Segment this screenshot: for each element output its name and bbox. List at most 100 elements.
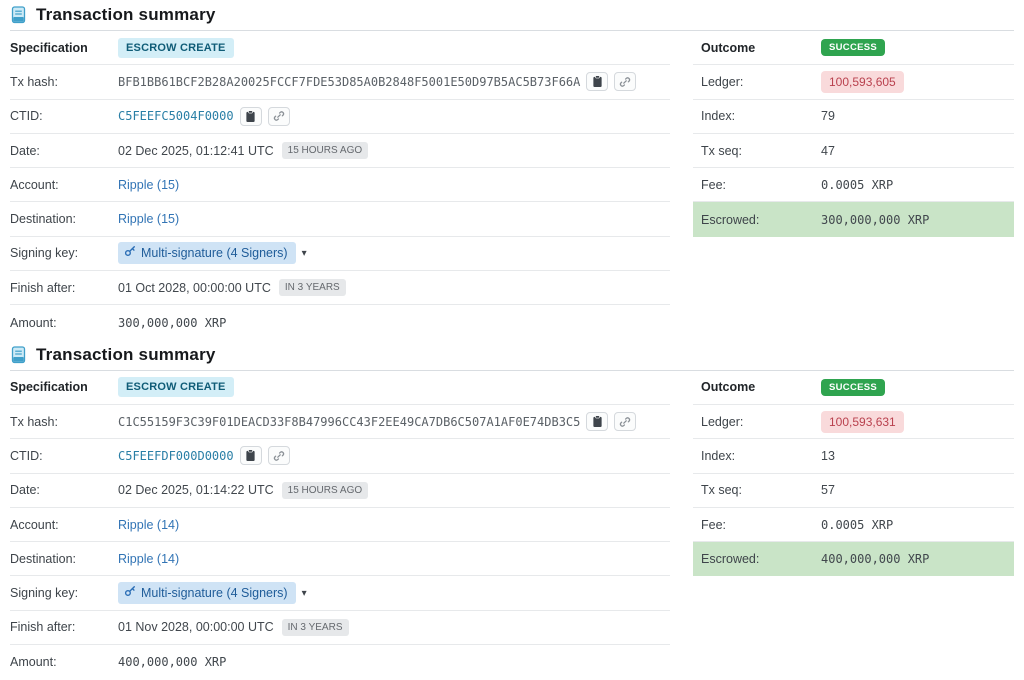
link-icon	[619, 76, 631, 88]
tx-seq-label: Tx seq:	[701, 483, 821, 497]
index-label: Index:	[701, 449, 821, 463]
success-badge: SUCCESS	[821, 379, 885, 396]
specification-row: Specification ESCROW CREATE	[10, 371, 670, 405]
outcome-panel: Outcome SUCCESS Ledger: 100,593,605 Inde…	[693, 31, 1014, 237]
date-value: 02 Dec 2025, 01:12:41 UTC	[118, 144, 274, 158]
copy-ctid-button[interactable]	[240, 107, 262, 126]
tx-hash-link-button[interactable]	[614, 412, 636, 431]
index-value: 79	[821, 109, 835, 123]
escrowed-value: 400,000,000 XRP	[821, 552, 929, 566]
amount-row: Amount: 300,000,000 XRP	[10, 305, 670, 339]
escrowed-row: Escrowed: 400,000,000 XRP	[693, 542, 1014, 576]
escrowed-label: Escrowed:	[701, 552, 821, 566]
escrowed-row: Escrowed: 300,000,000 XRP	[693, 202, 1014, 236]
tx-seq-row: Tx seq: 57	[693, 474, 1014, 508]
finish-after-value: 01 Oct 2028, 00:00:00 UTC	[118, 281, 271, 295]
signing-key-label: Signing key:	[10, 246, 118, 260]
index-label: Index:	[701, 109, 821, 123]
ctid-link-button[interactable]	[268, 107, 290, 126]
tx-hash-value: BFB1BB61BCF2B28A20025FCCF7FDE53D85A0B284…	[118, 75, 580, 89]
ctid-label: CTID:	[10, 109, 118, 123]
destination-link[interactable]: Ripple (14)	[118, 552, 179, 566]
specification-label: Specification	[10, 41, 118, 55]
relative-time-badge: IN 3 YEARS	[279, 279, 346, 296]
ledger-label: Ledger:	[701, 415, 821, 429]
account-row: Account: Ripple (14)	[10, 508, 670, 542]
account-label: Account:	[10, 178, 118, 192]
ctid-value: C5FEEFC5004F0000	[118, 109, 234, 123]
ledger-label: Ledger:	[701, 75, 821, 89]
ledger-index-badge[interactable]: 100,593,605	[821, 71, 904, 93]
tx-type-badge: ESCROW CREATE	[118, 38, 234, 58]
ctid-link-button[interactable]	[268, 446, 290, 465]
account-link[interactable]: Ripple (15)	[118, 178, 179, 192]
transaction-summary-section-2: Transaction summary Specification ESCROW…	[10, 340, 1014, 680]
tx-type-badge: ESCROW CREATE	[118, 377, 234, 397]
amount-label: Amount:	[10, 316, 118, 330]
fee-label: Fee:	[701, 178, 821, 192]
date-label: Date:	[10, 483, 118, 497]
destination-row: Destination: Ripple (15)	[10, 202, 670, 236]
specification-label: Specification	[10, 380, 118, 394]
tx-hash-link-button[interactable]	[614, 72, 636, 91]
copy-tx-hash-button[interactable]	[586, 72, 608, 91]
copy-ctid-button[interactable]	[240, 446, 262, 465]
tx-hash-row: Tx hash: C1C55159F3C39F01DEACD33F8B47996…	[10, 405, 670, 439]
caret-down-icon[interactable]: ▾	[302, 248, 307, 259]
destination-label: Destination:	[10, 552, 118, 566]
copy-tx-hash-button[interactable]	[586, 412, 608, 431]
link-icon	[619, 416, 631, 428]
account-link[interactable]: Ripple (14)	[118, 518, 179, 532]
page-title: Transaction summary	[36, 5, 216, 25]
destination-link[interactable]: Ripple (15)	[118, 212, 179, 226]
date-row: Date: 02 Dec 2025, 01:14:22 UTC 15 HOURS…	[10, 474, 670, 508]
fee-row: Fee: 0.0005 XRP	[693, 168, 1014, 202]
destination-row: Destination: Ripple (14)	[10, 542, 670, 576]
relative-time-badge: IN 3 YEARS	[282, 619, 349, 636]
finish-after-row: Finish after: 01 Nov 2028, 00:00:00 UTC …	[10, 611, 670, 645]
fee-value: 0.0005 XRP	[821, 178, 893, 192]
fee-label: Fee:	[701, 518, 821, 532]
ledger-index-badge[interactable]: 100,593,631	[821, 411, 904, 433]
escrowed-label: Escrowed:	[701, 213, 821, 227]
outcome-row: Outcome SUCCESS	[693, 371, 1014, 405]
tx-seq-label: Tx seq:	[701, 144, 821, 158]
ledger-row: Ledger: 100,593,631	[693, 405, 1014, 439]
tx-hash-label: Tx hash:	[10, 415, 118, 429]
multi-signature-badge[interactable]: Multi-signature (4 Signers)	[118, 242, 296, 264]
multi-signature-badge[interactable]: Multi-signature (4 Signers)	[118, 582, 296, 604]
caret-down-icon[interactable]: ▾	[302, 588, 307, 599]
index-row: Index: 13	[693, 439, 1014, 473]
account-row: Account: Ripple (15)	[10, 168, 670, 202]
date-row: Date: 02 Dec 2025, 01:12:41 UTC 15 HOURS…	[10, 134, 670, 168]
link-icon	[273, 110, 285, 122]
finish-after-label: Finish after:	[10, 620, 118, 634]
ctid-label: CTID:	[10, 449, 118, 463]
ledger-row: Ledger: 100,593,605	[693, 65, 1014, 99]
signing-key-label: Signing key:	[10, 586, 118, 600]
destination-label: Destination:	[10, 212, 118, 226]
account-label: Account:	[10, 518, 118, 532]
tx-hash-label: Tx hash:	[10, 75, 118, 89]
date-value: 02 Dec 2025, 01:14:22 UTC	[118, 483, 274, 497]
amount-label: Amount:	[10, 655, 118, 669]
outcome-row: Outcome SUCCESS	[693, 31, 1014, 65]
finish-after-row: Finish after: 01 Oct 2028, 00:00:00 UTC …	[10, 271, 670, 305]
outcome-panel: Outcome SUCCESS Ledger: 100,593,631 Inde…	[693, 371, 1014, 577]
multi-signature-label: Multi-signature (4 Signers)	[141, 586, 288, 600]
finish-after-label: Finish after:	[10, 281, 118, 295]
date-label: Date:	[10, 144, 118, 158]
page: Transaction summary Specification ESCROW…	[0, 0, 1024, 679]
ctid-row: CTID: C5FEEFDF000D0000	[10, 439, 670, 473]
amount-row: Amount: 400,000,000 XRP	[10, 645, 670, 679]
section-header: Transaction summary	[10, 340, 1014, 371]
key-icon	[124, 245, 136, 260]
clipboard-icon	[245, 110, 256, 123]
fee-row: Fee: 0.0005 XRP	[693, 508, 1014, 542]
index-value: 13	[821, 449, 835, 463]
link-icon	[273, 450, 285, 462]
tx-seq-value: 47	[821, 144, 835, 158]
page-title: Transaction summary	[36, 345, 216, 365]
outcome-label: Outcome	[701, 380, 821, 394]
fee-value: 0.0005 XRP	[821, 518, 893, 532]
